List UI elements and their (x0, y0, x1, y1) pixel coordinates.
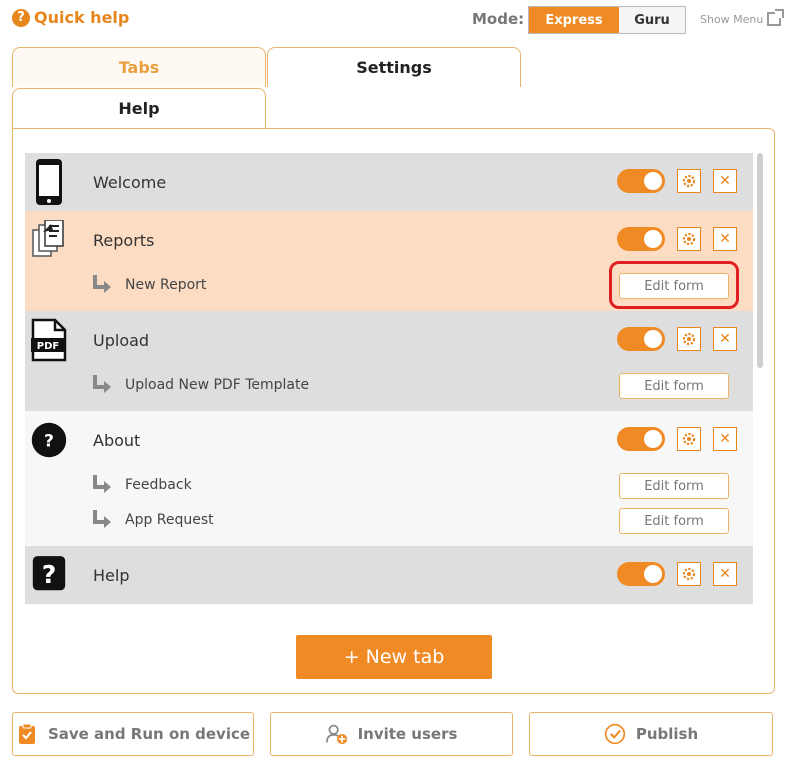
save-and-run-label: Save and Run on device (47, 725, 251, 743)
tab-item-label: About (93, 431, 141, 450)
sub-arrow-icon (93, 275, 111, 293)
enable-toggle[interactable] (617, 169, 665, 193)
tab-group-upload: PDF Upload ✕ Upload New PDF Template Edi… (25, 311, 753, 411)
tab-group-help: ? Help ✕ (25, 546, 753, 605)
sub-item-feedback: Feedback Edit form (25, 469, 753, 504)
tab-item-about[interactable]: ? About ✕ (25, 411, 753, 469)
enable-toggle[interactable] (617, 227, 665, 251)
mode-toggle: Express Guru (528, 6, 686, 34)
tab-item-help[interactable]: ? Help ✕ (25, 546, 753, 604)
tab-item-label: Reports (93, 231, 155, 250)
external-link-icon (767, 9, 785, 26)
delete-close-icon[interactable]: ✕ (713, 169, 737, 193)
clipboard-check-icon (16, 722, 38, 746)
save-and-run-button[interactable]: Save and Run on device (12, 712, 254, 756)
tab-list: Welcome ✕ Reports ✕ New Report Edit form… (25, 153, 753, 605)
sub-item-label: Upload New PDF Template (125, 377, 310, 393)
tabs-panel: Welcome ✕ Reports ✕ New Report Edit form… (12, 128, 775, 694)
publish-label: Publish (635, 725, 699, 743)
invite-users-button[interactable]: Invite users (270, 712, 513, 756)
sub-item-label: Feedback (125, 477, 192, 493)
item-controls: ✕ (617, 327, 737, 351)
sub-item-label: New Report (125, 277, 207, 293)
new-tab-button[interactable]: + New tab (296, 635, 492, 679)
sub-arrow-icon (93, 510, 111, 528)
phone-icon (31, 159, 67, 205)
publish-button[interactable]: Publish (529, 712, 773, 756)
svg-text:?: ? (44, 431, 54, 451)
item-controls: ✕ (617, 169, 737, 193)
tab-item-label: Welcome (93, 173, 167, 192)
sub-arrow-icon (93, 375, 111, 393)
svg-text:?: ? (42, 560, 57, 589)
pdf-icon: PDF (31, 317, 67, 363)
mode-guru-button[interactable]: Guru (619, 7, 685, 33)
reports-icon (31, 217, 67, 263)
item-controls: ✕ (617, 227, 737, 251)
sub-arrow-icon (93, 475, 111, 493)
settings-gear-icon[interactable] (677, 169, 701, 193)
tab-item-label: Help (93, 566, 130, 585)
tab-item-label: Upload (93, 331, 150, 350)
delete-close-icon[interactable]: ✕ (713, 327, 737, 351)
settings-gear-icon[interactable] (677, 562, 701, 586)
edit-form-button[interactable]: Edit form (619, 373, 729, 399)
invite-users-label: Invite users (357, 725, 458, 743)
tab-item-welcome[interactable]: Welcome ✕ (25, 153, 753, 211)
quick-help-link[interactable]: ? Quick help (12, 8, 129, 27)
enable-toggle[interactable] (617, 327, 665, 351)
tab-tabs[interactable]: Tabs (12, 47, 266, 87)
edit-form-button[interactable]: Edit form (619, 473, 729, 499)
show-menu-label: Show Menu (700, 12, 764, 26)
delete-close-icon[interactable]: ✕ (713, 562, 737, 586)
edit-form-button[interactable]: Edit form (619, 508, 729, 534)
sub-item-new-report: New Report Edit form (25, 261, 753, 311)
item-controls: ✕ (617, 562, 737, 586)
question-bubble-icon: ? (31, 552, 67, 598)
delete-close-icon[interactable]: ✕ (713, 427, 737, 451)
sub-item-upload-pdf: Upload New PDF Template Edit form (25, 369, 753, 411)
mode-express-button[interactable]: Express (529, 7, 619, 33)
tab-group-reports: Reports ✕ New Report Edit form (25, 211, 753, 311)
tab-group-welcome: Welcome ✕ (25, 153, 753, 211)
sub-item-label: App Request (125, 512, 214, 528)
header-bar: ? Quick help Mode: Express Guru Show Men… (0, 0, 786, 40)
tab-group-about: ? About ✕ Feedback Edit form App Request… (25, 411, 753, 546)
tab-item-reports[interactable]: Reports ✕ (25, 211, 753, 269)
quick-help-label: Quick help (34, 8, 130, 27)
delete-close-icon[interactable]: ✕ (713, 227, 737, 251)
enable-toggle[interactable] (617, 427, 665, 451)
svg-text:PDF: PDF (37, 341, 59, 352)
tab-settings[interactable]: Settings (267, 47, 521, 87)
add-user-icon (325, 722, 348, 746)
edit-form-button[interactable]: Edit form (619, 273, 729, 299)
settings-gear-icon[interactable] (677, 427, 701, 451)
show-menu-link[interactable]: Show Menu (700, 9, 785, 26)
mode-label: Mode: (472, 10, 525, 28)
partial-next-item (25, 604, 753, 605)
settings-gear-icon[interactable] (677, 227, 701, 251)
question-circle-icon: ? (31, 417, 67, 463)
check-circle-icon (604, 722, 626, 746)
enable-toggle[interactable] (617, 562, 665, 586)
question-icon: ? (12, 8, 30, 27)
item-controls: ✕ (617, 427, 737, 451)
list-scrollbar[interactable] (757, 153, 763, 368)
sub-item-app-request: App Request Edit form (25, 504, 753, 546)
tab-help[interactable]: Help (12, 88, 266, 128)
settings-gear-icon[interactable] (677, 327, 701, 351)
tab-item-upload[interactable]: PDF Upload ✕ (25, 311, 753, 369)
